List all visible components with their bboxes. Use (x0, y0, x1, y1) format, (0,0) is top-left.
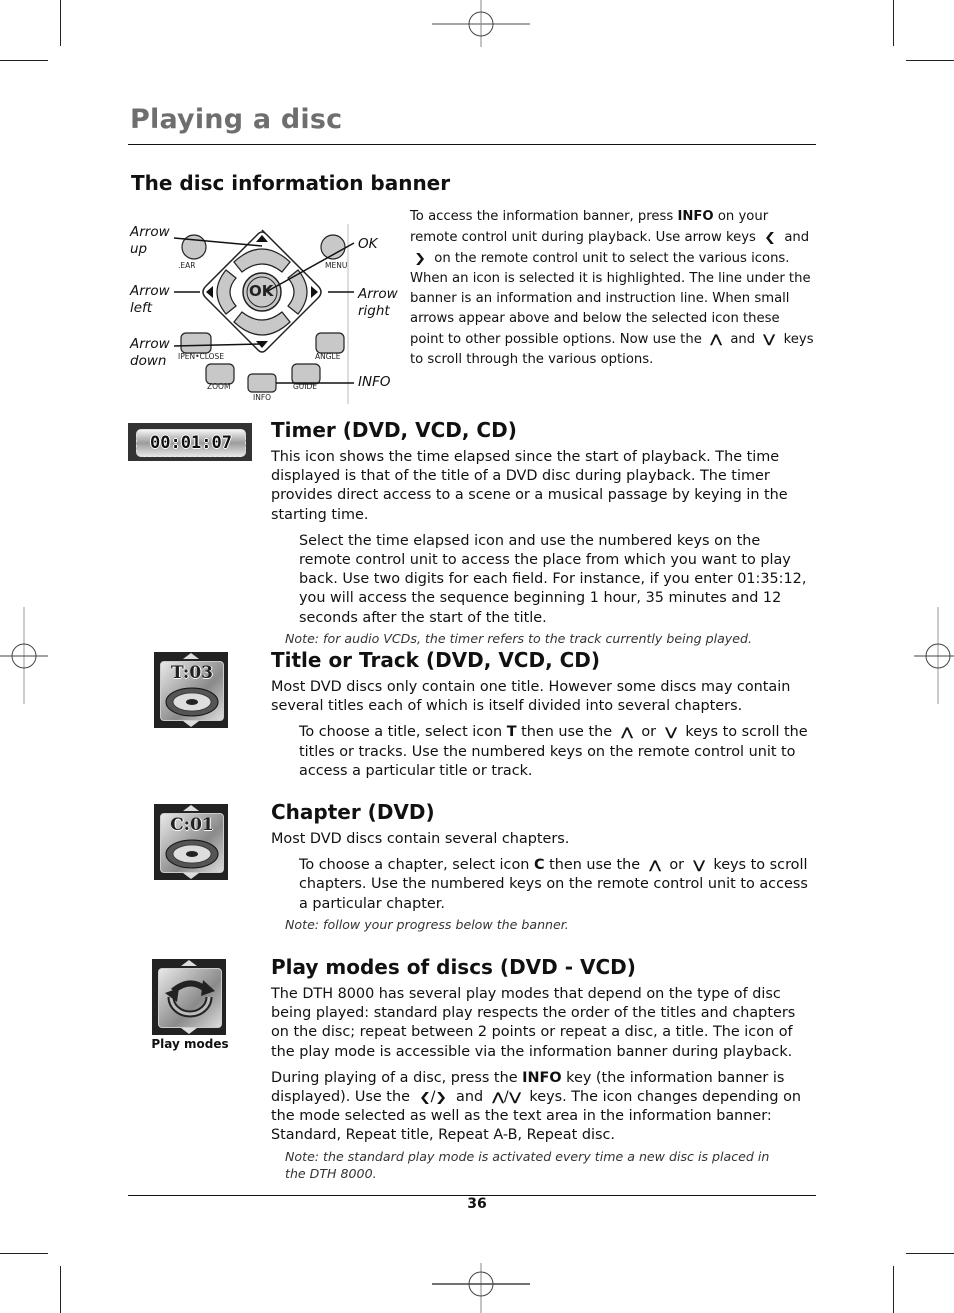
play-modes-section: Play modes of discs (DVD - VCD) The DTH … (271, 955, 816, 1182)
page-number: 36 (467, 1196, 487, 1212)
label-ok: OK (358, 236, 378, 252)
scroll-down-icon (183, 721, 199, 727)
arrow-up-icon: ⋀ (709, 332, 723, 346)
label-info: INFO (358, 374, 391, 390)
registration-mark-bottom (432, 1263, 530, 1313)
chapter-heading: Chapter (DVD) (271, 800, 435, 824)
page-title: Playing a disc (130, 104, 343, 135)
arrow-left-icon: ❮ (764, 230, 777, 244)
open-close-button-caption: IPEN•CLOSE (178, 352, 225, 361)
timer-heading: Timer (DVD, VCD, CD) (271, 418, 517, 442)
registration-mark-left (0, 607, 48, 704)
arrow-up-icon: ⋀ (648, 858, 661, 873)
label-arrow-down: Arrow down (130, 336, 170, 369)
crop-mark (60, 0, 61, 46)
play-modes-icon (152, 959, 226, 1035)
arrow-right-icon: ❯ (413, 251, 427, 265)
play-modes-body: The DTH 8000 has several play modes that… (271, 986, 796, 1060)
scroll-up-icon (183, 653, 199, 659)
crop-mark (906, 1253, 954, 1254)
arrow-down-icon: ⋁ (692, 858, 705, 873)
info-key-label: INFO (677, 209, 714, 224)
timer-body: This icon shows the time elapsed since t… (271, 449, 788, 523)
disc-icon (165, 687, 219, 717)
chapter-section: Chapter (DVD) Most DVD discs contain sev… (271, 800, 816, 933)
scroll-up-icon (181, 960, 197, 966)
remote-diagram: OK .EAR MENU IPEN•CLOSE ANGLE ZOOM GUIDE… (126, 216, 406, 406)
timer-value: 00:01:07 (150, 433, 232, 453)
play-modes-instructions: During playing of a disc, press the INFO… (271, 1069, 802, 1144)
arrow-right-icon: ❯ (435, 1090, 448, 1105)
timer-icon: 00:01:07 (128, 423, 252, 461)
guide-button-caption: GUIDE (293, 382, 318, 391)
banner-heading: The disc information banner (131, 171, 451, 195)
scroll-up-icon (183, 805, 199, 811)
play-modes-caption: Play modes (151, 1037, 229, 1051)
arrow-up-icon: ⋀ (491, 1090, 504, 1105)
play-modes-note: Note: the standard play mode is activate… (285, 1148, 770, 1181)
crop-mark (0, 1253, 48, 1254)
repeat-icon (165, 980, 215, 1018)
ok-button-caption: OK (249, 282, 274, 300)
info-key-label: INFO (522, 1069, 562, 1086)
chapter-instructions: To choose a chapter, select icon C then … (299, 857, 808, 912)
scroll-down-icon (183, 873, 199, 879)
chapter-icon: C:01 (154, 804, 228, 880)
title-track-icon: T:03 (154, 652, 228, 728)
play-modes-heading: Play modes of discs (DVD - VCD) (271, 955, 636, 979)
disc-icon (165, 839, 219, 869)
chapter-body: Most DVD discs contain several chapters. (271, 831, 570, 847)
menu-button-caption: MENU (325, 261, 348, 270)
crop-mark (893, 1266, 894, 1313)
label-arrow-left: Arrow left (130, 283, 170, 316)
registration-mark-right (914, 607, 954, 704)
info-button-caption: INFO (253, 393, 272, 402)
chapter-note: Note: follow your progress below the ban… (285, 916, 569, 932)
zoom-button-caption: ZOOM (207, 382, 231, 391)
label-arrow-up: Arrow up (130, 224, 170, 257)
arrow-down-icon: ⋁ (763, 332, 776, 346)
crop-mark (906, 60, 954, 61)
arrow-down-icon: ⋁ (508, 1090, 521, 1105)
title-track-instructions: To choose a title, select icon T then us… (299, 724, 808, 779)
clear-button-caption: .EAR (178, 261, 196, 270)
scroll-down-icon (181, 1028, 197, 1034)
crop-mark (60, 1266, 61, 1313)
arrow-up-icon: ⋀ (620, 725, 633, 740)
crop-mark (893, 0, 894, 46)
timer-instructions: Select the time elapsed icon and use the… (299, 532, 807, 626)
angle-button-caption: ANGLE (315, 352, 341, 361)
title-rule (128, 144, 816, 145)
timer-section: Timer (DVD, VCD, CD) This icon shows the… (271, 418, 816, 647)
crop-mark (0, 60, 48, 61)
title-track-heading: Title or Track (DVD, VCD, CD) (271, 648, 601, 672)
arrow-left-icon: ❮ (418, 1090, 431, 1105)
title-track-body: Most DVD discs only contain one title. H… (271, 679, 791, 715)
registration-mark-top (432, 0, 530, 47)
title-track-section: Title or Track (DVD, VCD, CD) Most DVD d… (271, 648, 816, 781)
arrow-down-icon: ⋁ (664, 725, 677, 740)
banner-description: To access the information banner, press … (410, 209, 814, 367)
timer-note: Note: for audio VCDs, the timer refers t… (285, 630, 752, 646)
label-arrow-right: Arrow right (358, 286, 398, 319)
